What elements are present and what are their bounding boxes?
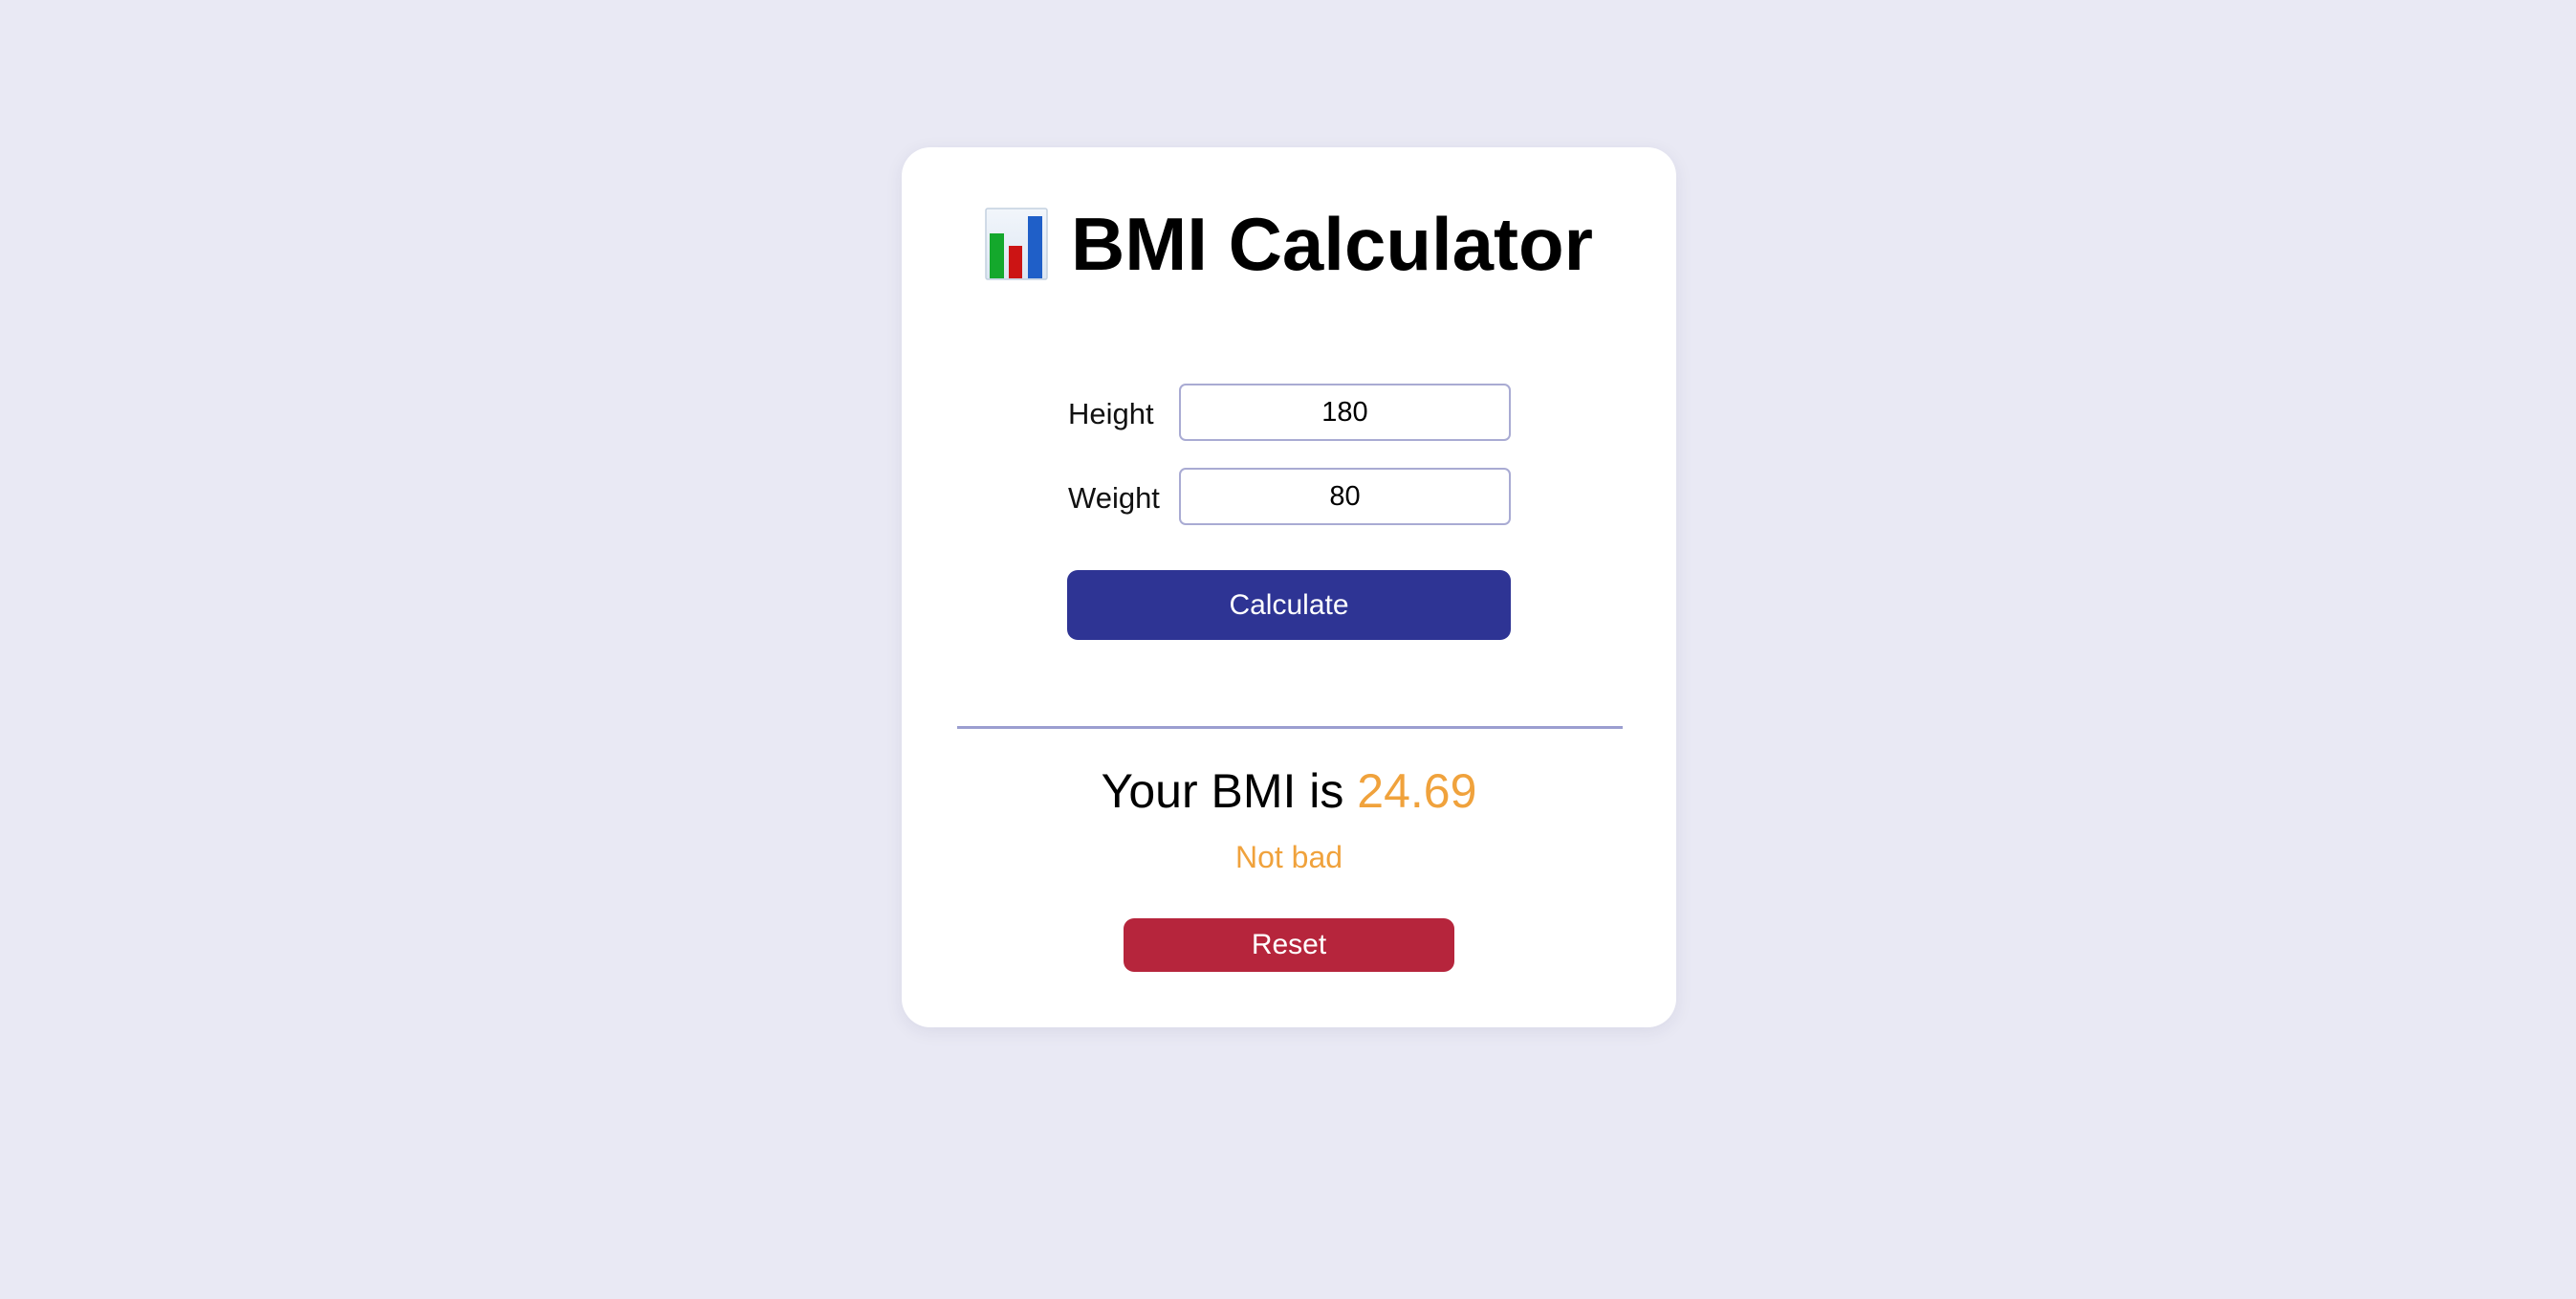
divider [957,726,1623,729]
calculate-button[interactable]: Calculate [1067,570,1511,640]
reset-button[interactable]: Reset [1124,918,1454,972]
weight-input[interactable] [1179,468,1511,525]
bmi-result: Your BMI is 24.69 [902,764,1676,820]
bmi-calculator-card: BMI Calculator Height Weight Calculate Y… [902,147,1676,1027]
weight-label: Weight [1068,481,1160,515]
bmi-result-prefix: Your BMI is [1101,764,1358,818]
bmi-value: 24.69 [1357,764,1477,818]
title-row: BMI Calculator [902,201,1676,287]
page-title: BMI Calculator [1070,202,1594,286]
height-input[interactable] [1179,384,1511,441]
bar-chart-icon [985,208,1048,280]
height-label: Height [1068,397,1154,430]
bmi-status: Not bad [1234,840,1343,874]
